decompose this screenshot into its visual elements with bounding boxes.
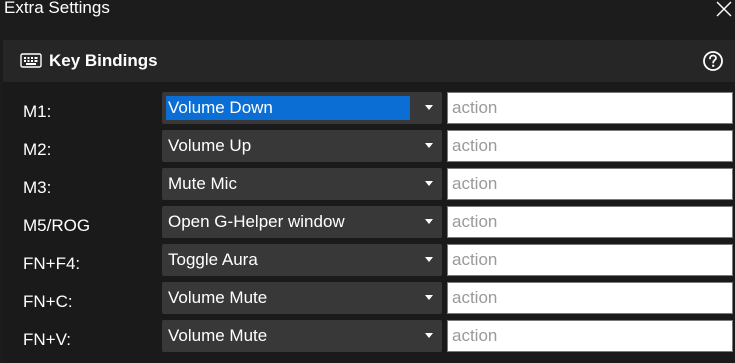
action-select-m2[interactable]: Volume Up xyxy=(162,130,442,162)
action-select-value: Open G-Helper window xyxy=(168,212,345,231)
action-select-value: Volume Mute xyxy=(168,288,268,307)
panel-title: Key Bindings xyxy=(49,51,158,70)
panel-header: Key Bindings xyxy=(3,40,735,82)
action-select-fn-c[interactable]: Volume Mute xyxy=(162,282,442,314)
action-input-fn-c[interactable] xyxy=(447,282,733,314)
extra-settings-window: Extra Settings Key Bindings M1: Volume D… xyxy=(0,0,735,363)
binding-key-label: M5/ROG xyxy=(23,216,91,235)
action-input-m5-rog[interactable] xyxy=(447,206,733,238)
action-input-m1[interactable] xyxy=(447,92,733,124)
action-input-fn-f4[interactable] xyxy=(447,244,733,276)
binding-row-m2: M2: Volume Up xyxy=(3,130,735,164)
binding-row-fn-c: FN+C: Volume Mute xyxy=(3,282,735,316)
title-bar: Extra Settings xyxy=(0,0,735,34)
chevron-down-icon xyxy=(425,295,433,300)
binding-key-label: FN+C: xyxy=(23,292,73,311)
action-select-value: Mute Mic xyxy=(168,174,237,193)
action-select-m5-rog[interactable]: Open G-Helper window xyxy=(162,206,442,238)
binding-row-m1: M1: Volume Down xyxy=(3,92,735,126)
binding-key-label: M1: xyxy=(23,102,52,121)
close-icon xyxy=(716,1,732,17)
binding-row-fn-v: FN+V: Volume Mute xyxy=(3,320,735,354)
chevron-down-icon xyxy=(425,143,433,148)
binding-key-label: M2: xyxy=(23,140,52,159)
action-select-value: Volume Mute xyxy=(168,326,268,345)
keyboard-icon xyxy=(20,53,42,68)
chevron-down-icon xyxy=(425,257,433,262)
chevron-down-icon xyxy=(425,219,433,224)
key-bindings-panel: Key Bindings M1: Volume Down M2: xyxy=(3,40,735,363)
action-input-m2[interactable] xyxy=(447,130,733,162)
action-select-value: Volume Down xyxy=(166,96,410,120)
chevron-down-icon xyxy=(425,105,433,110)
action-input-fn-v[interactable] xyxy=(447,320,733,352)
action-select-m3[interactable]: Mute Mic xyxy=(162,168,442,200)
binding-row-m3: M3: Mute Mic xyxy=(3,168,735,202)
chevron-down-icon xyxy=(425,181,433,186)
action-select-fn-v[interactable]: Volume Mute xyxy=(162,320,442,352)
close-button[interactable] xyxy=(713,0,735,22)
action-select-fn-f4[interactable]: Toggle Aura xyxy=(162,244,442,276)
window-title: Extra Settings xyxy=(4,0,110,17)
action-input-m3[interactable] xyxy=(447,168,733,200)
help-circle-icon xyxy=(703,51,723,71)
chevron-down-icon xyxy=(425,333,433,338)
binding-row-m5-rog: M5/ROG Open G-Helper window xyxy=(3,206,735,240)
action-select-value: Volume Up xyxy=(168,136,252,155)
binding-key-label: M3: xyxy=(23,178,52,197)
action-select-m1[interactable]: Volume Down xyxy=(162,92,442,124)
action-select-value: Toggle Aura xyxy=(168,250,258,269)
binding-key-label: FN+F4: xyxy=(23,254,81,273)
binding-row-fn-f4: FN+F4: Toggle Aura xyxy=(3,244,735,278)
binding-key-label: FN+V: xyxy=(23,330,72,349)
help-button[interactable] xyxy=(702,50,724,72)
